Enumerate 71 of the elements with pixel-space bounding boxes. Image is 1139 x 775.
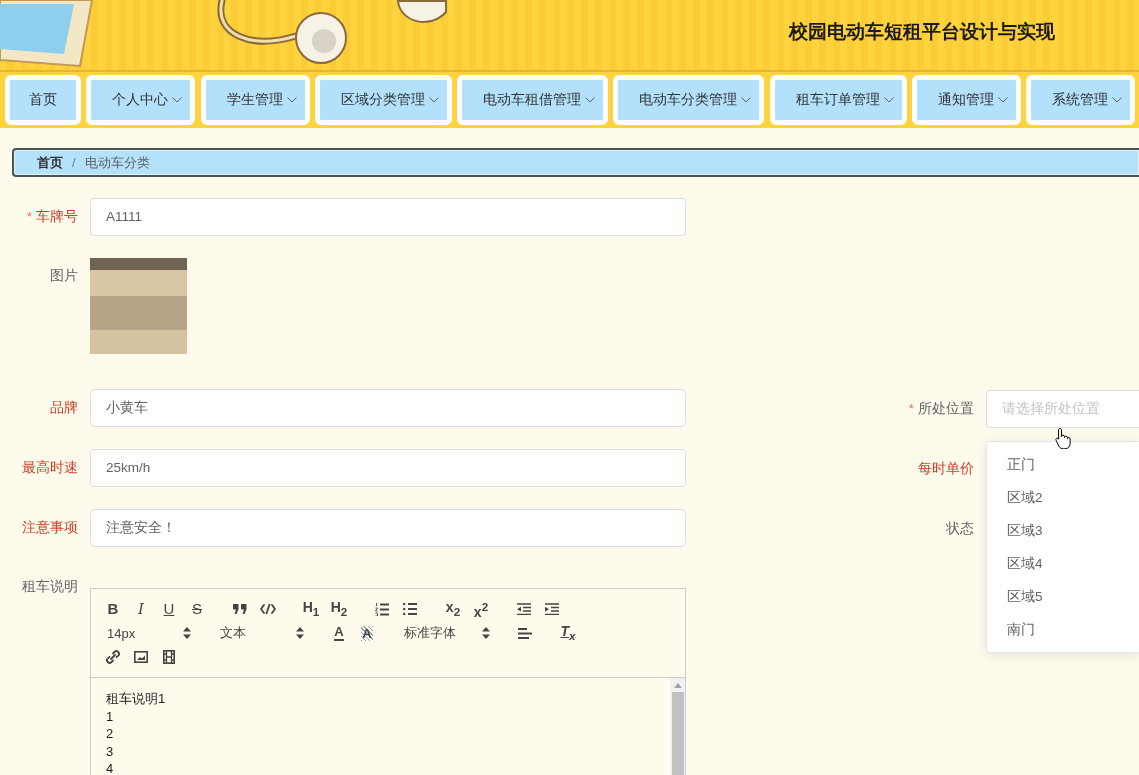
format-picker[interactable]: 标准字体 [396, 621, 496, 645]
superscript-button[interactable]: x$^{2}$ [467, 597, 495, 621]
text-color-button[interactable]: A [325, 621, 353, 645]
chevron-down-icon [172, 97, 183, 103]
chevron-down-icon [585, 97, 595, 103]
dropdown-option[interactable]: 正门 [987, 448, 1139, 481]
dropdown-option[interactable]: 区域3 [987, 514, 1139, 547]
heading-button[interactable]: H$_{2}$ [325, 597, 353, 621]
indent-icon [545, 603, 559, 615]
chevron-down-icon [997, 97, 1008, 103]
bold-button[interactable]: B [99, 597, 127, 621]
breadcrumb-current: 电动车分类 [84, 153, 150, 172]
bullet-list-icon [403, 603, 417, 615]
nav-menu-item[interactable]: 学生管理 [200, 75, 310, 125]
scrollbar-track[interactable] [670, 678, 685, 775]
subscript-button[interactable]: x$_{2}$ [439, 597, 467, 621]
required-mark: * [26, 209, 32, 224]
breadcrumb-link[interactable]: 首页 [37, 153, 63, 172]
image-icon [134, 651, 148, 663]
site-title: 校园电动车短租平台设计与实现 [789, 20, 1055, 44]
align-left-icon [518, 627, 532, 639]
form-label: 车牌号 [36, 209, 78, 224]
clear-format-button[interactable]: T$_{x}$ [554, 621, 582, 645]
nav-menu-item[interactable]: 系统管理 [1026, 75, 1135, 125]
breadcrumb-separator: / [72, 155, 76, 170]
nav-menu-item[interactable]: 电动车分类管理 [613, 75, 765, 125]
text-input[interactable]: 25km/h [90, 449, 686, 487]
form-label: 租车说明 [22, 579, 78, 594]
chevron-down-icon [286, 97, 297, 103]
text-input[interactable]: A1111 [90, 198, 686, 236]
film-icon [163, 650, 175, 664]
outdent-icon [517, 603, 531, 615]
form-label: 图片 [50, 268, 78, 283]
form-label: 注意事项 [22, 520, 78, 535]
form-label: 每时单价 [918, 461, 974, 476]
strikethrough-button[interactable]: S [183, 597, 211, 621]
form-label: 状态 [946, 521, 974, 536]
dropdown-option[interactable]: 区域2 [987, 481, 1139, 514]
chevron-down-icon [741, 97, 752, 103]
up-down-arrows-icon [482, 627, 490, 639]
nav-menu-item[interactable]: 通知管理 [911, 75, 1021, 125]
form-label: 所处位置 [918, 401, 974, 416]
chevron-down-icon [883, 97, 894, 103]
format-picker[interactable]: 14px [99, 621, 197, 645]
text-input[interactable]: 小黄车 [90, 389, 686, 427]
dropdown-option[interactable]: 南门 [987, 613, 1139, 646]
required-mark: * [908, 401, 914, 416]
nav-menu-item[interactable]: 租车订单管理 [769, 75, 907, 125]
numbered-list-icon [375, 602, 389, 616]
link-icon [106, 650, 120, 664]
underline-button[interactable]: U [155, 597, 183, 621]
quote-icon [233, 604, 247, 614]
nav-menu-item[interactable]: 电动车租借管理 [457, 75, 608, 125]
format-picker[interactable]: 文本 [212, 621, 310, 645]
up-down-arrows-icon [183, 627, 191, 639]
text-input[interactable]: 注意安全！ [90, 509, 686, 547]
form-label: 最高时速 [22, 460, 78, 475]
editor-text-area[interactable]: 租车说明1 1 2 3 4 [91, 678, 670, 775]
form-label: 品牌 [50, 400, 78, 415]
dropdown-option[interactable]: 区域4 [987, 547, 1139, 580]
up-down-arrows-icon [296, 627, 304, 639]
chevron-down-icon [428, 97, 439, 103]
code-icon [260, 604, 276, 614]
dropdown-option[interactable]: 区域5 [987, 580, 1139, 613]
chevron-down-icon [1112, 97, 1122, 103]
scrollbar-thumb[interactable] [671, 692, 684, 775]
nav-menu-item[interactable]: 区域分类管理 [314, 75, 452, 125]
nav-menu-item[interactable]: 个人中心 [86, 75, 196, 125]
heading-button[interactable]: H$_{1}$ [297, 597, 325, 621]
italic-button[interactable]: I [127, 597, 155, 621]
nav-menu-item[interactable]: 首页 [5, 75, 81, 125]
